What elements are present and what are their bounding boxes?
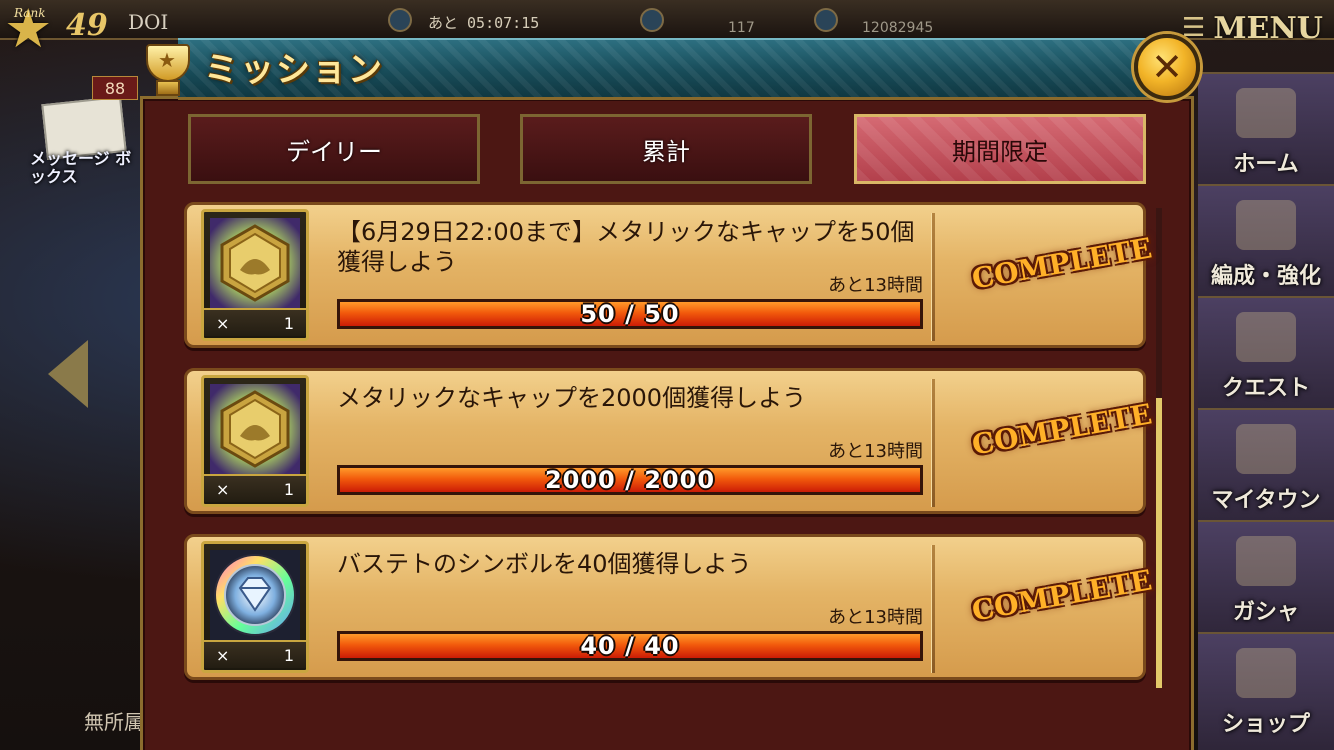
side-item-label: ショップ — [1221, 712, 1310, 737]
coin-currency-icon[interactable] — [814, 8, 838, 32]
close-icon: ✕ — [1151, 45, 1183, 89]
affiliation-label: 無所属 — [84, 710, 144, 734]
side-item-home[interactable]: ホーム — [1198, 72, 1334, 192]
heart-emblem-icon — [1236, 200, 1296, 250]
mission-title: バステトのシンボルを40個獲得しよう — [337, 550, 752, 578]
side-item-shop[interactable]: ショップ — [1198, 632, 1334, 750]
trophy-icon: ★ — [138, 40, 198, 102]
message-box-label: メッセージ ボックス — [30, 149, 132, 186]
book-icon — [1236, 312, 1296, 362]
home-icon — [1236, 88, 1296, 138]
mission-dialog: ★ ミッション ✕ デイリー 累計 期間限定 × 1 【6月29日22:00まで… — [138, 34, 1200, 750]
tab-label: デイリー — [286, 137, 382, 166]
town-icon — [1236, 424, 1296, 474]
complete-stamp: COMPLETE — [969, 231, 1155, 296]
reward-slot[interactable]: × 1 — [201, 541, 309, 673]
mission-card: × 1 バステトのシンボルを40個獲得しよう あと13時間 40 / 40 COM… — [184, 534, 1154, 680]
complete-stamp: COMPLETE — [969, 563, 1155, 628]
statue-icon — [1236, 536, 1296, 586]
progress-bar: 2000 / 2000 — [337, 465, 923, 495]
side-menu: ホーム 編成・強化 クエスト マイタウン ガシャ ショップ — [1198, 72, 1334, 750]
reward-quantity: × 1 — [204, 640, 306, 668]
menu-button[interactable]: ☰ MENU — [1178, 8, 1330, 48]
mission-list: × 1 【6月29日22:00まで】メタリックなキャップを50個獲得しよう あと1… — [164, 194, 1164, 694]
dialog-title: ミッション — [204, 50, 384, 90]
progress-text: 2000 / 2000 — [544, 466, 716, 494]
reward-slot[interactable]: × 1 — [201, 209, 309, 341]
message-count-badge: 88 — [92, 76, 138, 100]
reward-slot[interactable]: × 1 — [201, 375, 309, 507]
message-box-button[interactable]: 88 メッセージ ボックス — [26, 76, 138, 192]
mission-card: × 1 メタリックなキャップを2000個獲得しよう あと13時間 2000 / 2… — [184, 368, 1154, 514]
time-remaining: あと13時間 — [828, 607, 923, 628]
progress-text: 40 / 40 — [580, 632, 680, 660]
card-divider — [931, 213, 935, 341]
coin-count: 12082945 — [862, 20, 934, 36]
tab-daily[interactable]: デイリー — [188, 114, 480, 184]
side-item-label: クエスト — [1221, 376, 1310, 401]
reward-quantity: × 1 — [204, 308, 306, 336]
side-item-label: ガシャ — [1232, 600, 1299, 625]
mission-title: メタリックなキャップを2000個獲得しよう — [337, 384, 807, 412]
stamina-timer: あと 05:07:15 — [428, 14, 540, 32]
bastet-symbol-gem-icon — [210, 550, 300, 640]
menu-label: MENU — [1213, 10, 1323, 46]
progress-text: 50 / 50 — [580, 300, 680, 328]
top-status-bar: ★ Rank 49 DOI あと 05:07:15 117 12082945 — [0, 0, 1334, 56]
metallic-cap-badge-icon — [210, 218, 300, 308]
player-name: DOI — [128, 10, 169, 34]
mission-card: × 1 【6月29日22:00まで】メタリックなキャップを50個獲得しよう あと1… — [184, 202, 1154, 348]
tab-label: 期間限定 — [952, 137, 1048, 166]
mission-title: 【6月29日22:00まで】メタリックなキャップを50個獲得しよう — [337, 218, 915, 276]
stamina-icon — [388, 8, 412, 32]
reward-quantity: × 1 — [204, 474, 306, 502]
side-item-mytown[interactable]: マイタウン — [1198, 408, 1334, 528]
player-level: 49 — [66, 8, 108, 43]
complete-stamp: COMPLETE — [969, 397, 1155, 462]
time-remaining: あと13時間 — [828, 441, 923, 462]
side-item-label: 編成・強化 — [1210, 264, 1321, 289]
gem-count: 117 — [728, 20, 755, 36]
metallic-cap-badge-icon — [210, 384, 300, 474]
progress-bar: 50 / 50 — [337, 299, 923, 329]
side-item-gacha[interactable]: ガシャ — [1198, 520, 1334, 640]
rank-badge: ★ Rank — [4, 2, 64, 62]
time-remaining: あと13時間 — [828, 275, 923, 296]
card-divider — [931, 545, 935, 673]
side-item-formation[interactable]: 編成・強化 — [1198, 184, 1334, 304]
scroll-left-arrow-icon[interactable] — [48, 340, 88, 408]
gem-coin-icon — [1236, 648, 1296, 698]
gem-currency-icon[interactable] — [640, 8, 664, 32]
progress-bar: 40 / 40 — [337, 631, 923, 661]
side-item-quest[interactable]: クエスト — [1198, 296, 1334, 416]
close-button[interactable]: ✕ — [1134, 34, 1200, 100]
tab-label: 累計 — [642, 137, 690, 166]
tab-cumulative[interactable]: 累計 — [520, 114, 812, 184]
tab-limited-time[interactable]: 期間限定 — [854, 114, 1146, 184]
side-item-label: ホーム — [1233, 152, 1299, 177]
card-divider — [931, 379, 935, 507]
side-item-label: マイタウン — [1211, 488, 1321, 513]
rank-label: Rank — [14, 6, 46, 20]
